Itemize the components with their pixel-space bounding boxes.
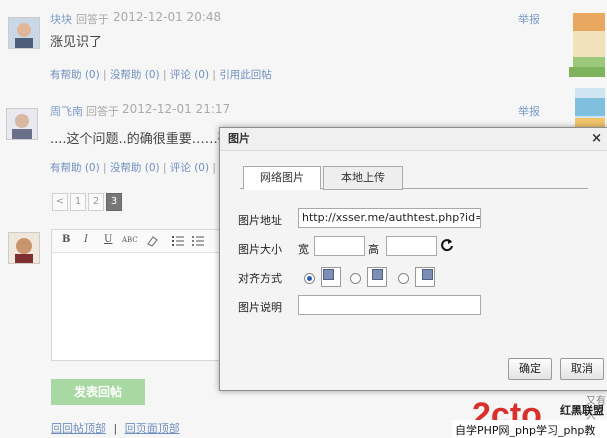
bold-button[interactable]: B	[62, 234, 70, 245]
post-text: ....这个问题..的确很重要……研	[50, 132, 231, 147]
url-label: 图片地址	[238, 214, 282, 227]
align-right-radio[interactable]	[398, 273, 409, 284]
unordered-list-icon[interactable]	[192, 235, 204, 247]
helpful-link[interactable]: 有帮助 (0)	[50, 162, 100, 174]
back-to-page-top-link[interactable]: 回页面顶部	[125, 422, 180, 435]
desc-label: 图片说明	[238, 301, 282, 314]
tab-local-upload[interactable]: 本地上传	[323, 166, 403, 190]
book-decoration-icon	[569, 13, 605, 77]
close-icon[interactable]: ×	[591, 128, 602, 150]
align-center-radio[interactable]	[350, 273, 361, 284]
ok-button[interactable]: 确定	[508, 358, 552, 380]
ordered-list-icon[interactable]	[172, 235, 184, 247]
size-label: 图片大小	[238, 243, 282, 256]
quote-link[interactable]: 引用此回帖	[219, 69, 272, 81]
underline-button[interactable]: U	[104, 234, 112, 245]
reply-editor[interactable]: B I U ABC	[51, 229, 228, 361]
eraser-icon[interactable]	[146, 235, 158, 247]
helpful-link[interactable]: 有帮助 (0)	[50, 69, 100, 81]
watermark-caption-bar: 自学PHP网_php学习_php教	[452, 420, 607, 438]
answered-label: 回答于	[86, 105, 119, 118]
editor-toolbar: B I U ABC	[52, 230, 227, 253]
dialog-title-bar: 图片 ×	[220, 128, 607, 151]
cancel-button[interactable]: 取消	[560, 358, 604, 380]
post-author[interactable]: 块块	[50, 11, 72, 27]
height-label: 高	[368, 243, 379, 256]
back-to-post-top-link[interactable]: 回回帖顶部	[51, 422, 106, 435]
avatar	[8, 232, 40, 264]
align-right-preview[interactable]	[415, 267, 435, 287]
post-date: 2012-12-01 20:48	[113, 10, 222, 24]
post-text: 涨见识了	[50, 35, 103, 50]
width-label: 宽	[298, 243, 309, 256]
align-left-radio[interactable]	[304, 273, 315, 284]
image-placeholder-icon	[323, 269, 334, 280]
user-photo-icon	[9, 233, 39, 263]
avatar[interactable]	[8, 17, 40, 49]
image-desc-input[interactable]	[298, 295, 481, 315]
dialog-title: 图片	[228, 132, 250, 145]
not-helpful-link[interactable]: 没帮助 (0)	[110, 162, 160, 174]
footer-separator: |	[113, 422, 118, 435]
pager-prev[interactable]: <	[52, 193, 68, 211]
answered-label: 回答于	[76, 13, 109, 26]
image-height-input[interactable]	[386, 236, 437, 256]
post-date: 2012-12-01 21:17	[122, 102, 231, 116]
post-actions: 有帮助 (0) | 没帮助 (0) | 评论 (0) |	[50, 162, 216, 174]
watermark-caption: 自学PHP网_php学习_php教	[455, 424, 596, 437]
image-placeholder-icon	[372, 269, 383, 280]
image-url-input[interactable]: http://xsser.me/authtest.php?id=23w	[298, 208, 481, 228]
image-width-input[interactable]	[314, 236, 365, 256]
pager-page-2[interactable]: 2	[88, 193, 104, 211]
user-photo-icon	[9, 18, 39, 48]
avatar[interactable]	[6, 108, 38, 140]
comment-link[interactable]: 评论 (0)	[170, 162, 209, 174]
pager-page-1[interactable]: 1	[70, 193, 86, 211]
user-photo-icon	[7, 109, 37, 139]
watermark-brand: 红黑联盟	[560, 404, 604, 417]
post-actions: 有帮助 (0) | 没帮助 (0) | 评论 (0) | 引用此回帖	[50, 69, 272, 81]
italic-button[interactable]: I	[84, 234, 88, 245]
align-left-preview[interactable]	[321, 267, 341, 287]
refresh-icon[interactable]	[440, 238, 454, 252]
report-link[interactable]: 举报	[518, 103, 540, 119]
submit-reply-button[interactable]: 发表回帖	[51, 379, 145, 405]
align-label: 对齐方式	[238, 272, 282, 285]
pager-page-3[interactable]: 3	[106, 193, 122, 211]
comment-link[interactable]: 评论 (0)	[170, 69, 209, 81]
not-helpful-link[interactable]: 没帮助 (0)	[110, 69, 160, 81]
align-center-preview[interactable]	[367, 267, 387, 287]
image-dialog: 图片 × 网络图片 本地上传 图片地址 http://xsser.me/auth…	[219, 127, 607, 391]
tab-web-image[interactable]: 网络图片	[243, 166, 321, 190]
footer-links: 回回帖顶部 | 回页面顶部	[51, 420, 180, 436]
post-author[interactable]: 周飞南	[50, 103, 83, 119]
image-placeholder-icon	[422, 269, 433, 280]
report-link[interactable]: 举报	[518, 11, 540, 27]
strikethrough-button[interactable]: ABC	[122, 236, 138, 244]
